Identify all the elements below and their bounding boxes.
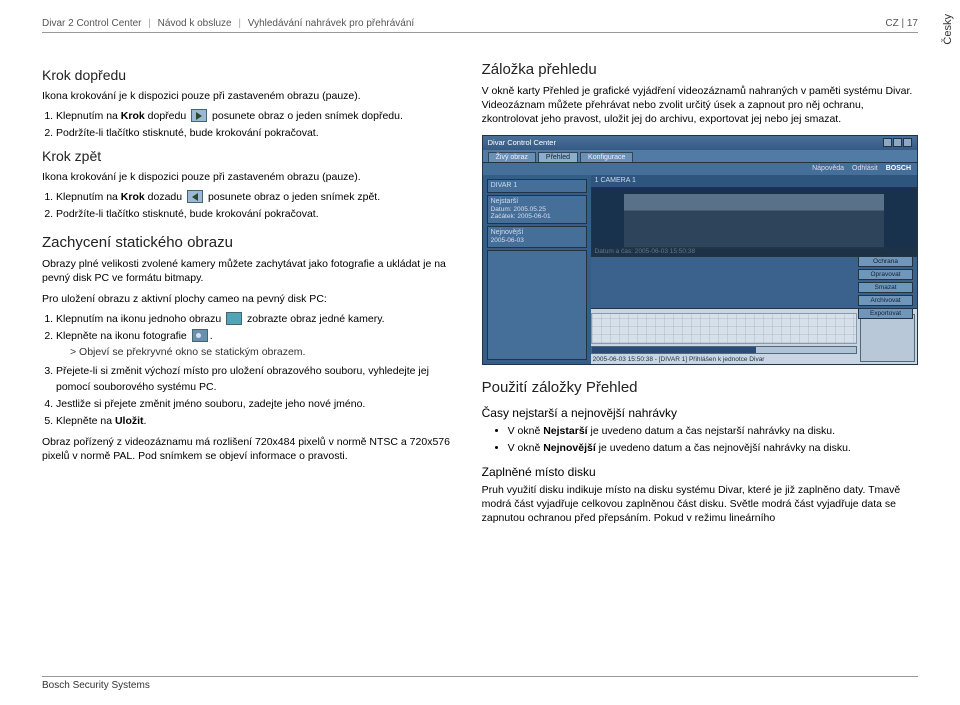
minimize-icon[interactable] <box>883 138 892 147</box>
video-cameo[interactable]: Datum a čas: 2005-06-03 15:50:38 <box>591 187 917 257</box>
language-side-tab: Česky <box>942 14 954 45</box>
window-title: Divar Control Center <box>488 138 556 147</box>
app-screenshot: Divar Control Center Živý obraz Přehled … <box>482 135 918 365</box>
window-titlebar: Divar Control Center <box>483 136 917 150</box>
disk-filled <box>592 347 756 353</box>
close-icon[interactable] <box>903 138 912 147</box>
window-buttons <box>883 138 912 147</box>
list-item: Klepnutím na ikonu jednoho obrazu zobraz… <box>56 312 458 327</box>
capture-resolution-note: Obraz pořízený z videozáznamu má rozliše… <box>42 435 458 463</box>
list-item: Podržíte-li tlačítko stisknuté, bude kro… <box>56 207 458 222</box>
hdr-sep: | <box>901 18 904 29</box>
video-placeholder <box>624 194 884 248</box>
step-back-note: Ikona krokování je k dispozici pouze při… <box>42 170 458 184</box>
status-bar: 2005-06-03 15:50:38 - [DIVAR 1] Přihláše… <box>593 356 765 363</box>
step-forward-icon <box>191 109 207 122</box>
divar-label: DIVAR 1 <box>491 182 583 189</box>
step-back-icon <box>187 190 203 203</box>
toolbar-logout[interactable]: Odhlásit <box>852 165 878 172</box>
app-tabs: Živý obraz Přehled Konfigurace <box>483 150 917 163</box>
step-back-list: Klepnutím na Krok dozadu posunete obraz … <box>56 190 458 222</box>
disk-usage-desc: Pruh využití disku indikuje místo na dis… <box>482 483 918 526</box>
heading-capture: Zachycení statického obrazu <box>42 234 458 251</box>
cameo-caption: Datum a čas: 2005-06-03 15:50:38 <box>592 247 916 256</box>
panel-newest: Nejnovější 2005-06-03 <box>487 226 587 248</box>
step-fwd-note: Ikona krokování je k dispozici pouze při… <box>42 89 458 103</box>
crumb-sep: | <box>148 18 151 29</box>
heading-use-overview: Použití záložky Přehled <box>482 379 918 396</box>
protect-button[interactable]: Ochrana <box>858 256 913 267</box>
list-item: V okně Nejstarší je uvedeno datum a čas … <box>508 424 918 438</box>
crumb-product: Divar 2 Control Center <box>42 18 141 29</box>
panel-title: Nejstarší <box>491 198 583 205</box>
app-toolbar: Nápověda Odhlásit BOSCH <box>483 163 917 175</box>
step-fwd-list: Klepnutím na Krok dopředu posunete obraz… <box>56 109 458 141</box>
action-buttons: Ochrana Opravovat Smazat Archivovat Expo… <box>858 256 913 319</box>
export-button[interactable]: Exportovat <box>858 308 913 319</box>
recording-times-list: V okně Nejstarší je uvedeno datum a čas … <box>508 424 918 455</box>
breadcrumb: Divar 2 Control Center | Návod k obsluze… <box>42 18 414 29</box>
crumb-doc: Návod k obsluze <box>158 18 232 29</box>
delete-button[interactable]: Smazat <box>858 282 913 293</box>
camera-label: 1 CAMERA 1 <box>595 177 636 184</box>
list-item: Klepnutím na Krok dopředu posunete obraz… <box>56 109 458 124</box>
list-item: Klepněte na Uložit. <box>56 414 458 429</box>
zoom-slider[interactable] <box>860 314 915 362</box>
crumb-section: Vyhledávání nahrávek pro přehrávání <box>248 18 414 29</box>
single-view-icon <box>226 312 242 325</box>
timeline-grid[interactable] <box>591 313 857 344</box>
disk-usage-bar <box>591 346 857 354</box>
panel-calendar[interactable] <box>487 250 587 360</box>
left-column: Krok dopředu Ikona krokování je k dispoz… <box>42 61 458 531</box>
panel-oldest: Nejstarší Datum: 2005.05.25 Začátek: 200… <box>487 195 587 225</box>
app-sidepane: DIVAR 1 Nejstarší Datum: 2005.05.25 Začá… <box>483 175 591 364</box>
page-number: 17 <box>907 18 918 29</box>
capture-intro: Obrazy plné velikosti zvolené kamery můž… <box>42 257 458 285</box>
header-right: CZ | 17 <box>885 18 918 29</box>
tab-config[interactable]: Konfigurace <box>580 152 633 162</box>
footer-rule <box>42 676 918 677</box>
list-item: Přejete-li si změnit výchozí místo pro u… <box>56 364 458 394</box>
brand-label: BOSCH <box>886 165 911 172</box>
crumb-sep: | <box>238 18 241 29</box>
overview-desc: V okně karty Přehled je grafické vyjádře… <box>482 84 918 127</box>
lang-code: CZ <box>885 18 898 29</box>
list-item: Klepnutím na Krok dozadu posunete obraz … <box>56 190 458 205</box>
heading-step-forward: Krok dopředu <box>42 67 458 83</box>
app-body: DIVAR 1 Nejstarší Datum: 2005.05.25 Začá… <box>483 175 917 364</box>
tab-live[interactable]: Živý obraz <box>488 152 536 162</box>
right-column: Záložka přehledu V okně karty Přehled je… <box>482 61 918 531</box>
toolbar-help[interactable]: Nápověda <box>812 165 844 172</box>
list-item: Podržíte-li tlačítko stisknuté, bude kro… <box>56 126 458 141</box>
camera-icon <box>192 329 208 342</box>
page-header: Divar 2 Control Center | Návod k obsluze… <box>42 18 918 33</box>
heading-overview-tab: Záložka přehledu <box>482 61 918 78</box>
capture-steps-intro: Pro uložení obrazu z aktivní plochy came… <box>42 292 458 306</box>
list-item: Jestliže si přejete změnit jméno souboru… <box>56 397 458 412</box>
footer-brand: Bosch Security Systems <box>42 680 150 691</box>
panel-title: Nejnovější <box>491 229 583 236</box>
heading-recording-times: Časy nejstarší a nejnovější nahrávky <box>482 406 918 420</box>
list-item: V okně Nejnovější je uvedeno datum a čas… <box>508 441 918 455</box>
verify-button[interactable]: Opravovat <box>858 269 913 280</box>
archive-button[interactable]: Archivovat <box>858 295 913 306</box>
camera-header: 1 CAMERA 1 <box>591 175 917 187</box>
heading-disk-usage: Zaplněné místo disku <box>482 465 918 479</box>
tab-overview[interactable]: Přehled <box>538 152 578 162</box>
panel-divar: DIVAR 1 <box>487 179 587 193</box>
list-item: Klepněte na ikonu fotografie . > Objeví … <box>56 329 458 360</box>
maximize-icon[interactable] <box>893 138 902 147</box>
heading-step-back: Krok zpět <box>42 148 458 164</box>
page-footer: Bosch Security Systems <box>42 676 918 691</box>
capture-steps: Klepnutím na ikonu jednoho obrazu zobraz… <box>56 312 458 430</box>
capture-substep: > Objeví se překryvné okno se statickým … <box>70 345 458 360</box>
two-column-layout: Krok dopředu Ikona krokování je k dispoz… <box>42 61 918 531</box>
